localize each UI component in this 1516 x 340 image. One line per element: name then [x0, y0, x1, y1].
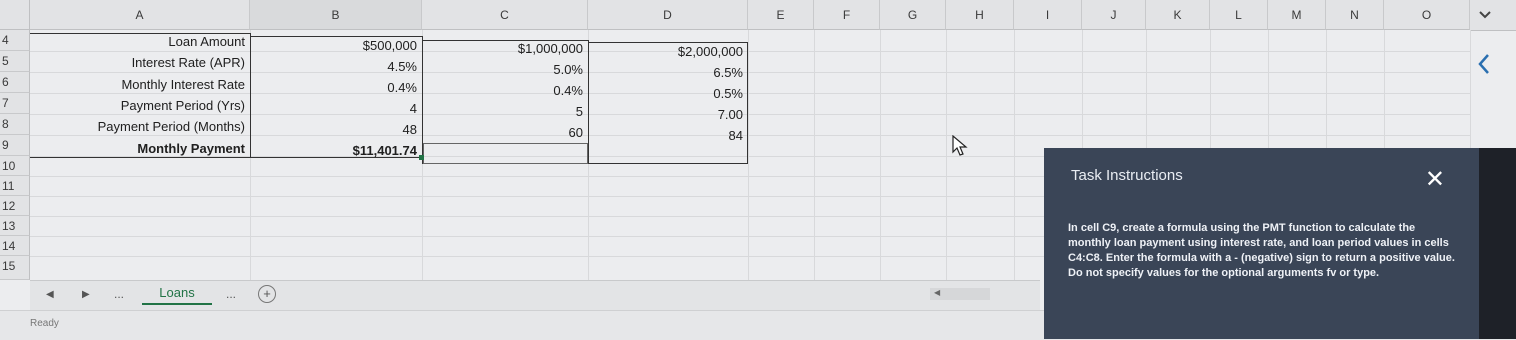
cell-c5[interactable]: 5.0% — [424, 62, 586, 80]
tabs-overflow-right[interactable]: ... — [226, 287, 236, 301]
col-header-b[interactable]: B — [250, 0, 422, 30]
cell-c4[interactable]: $1,000,000 — [424, 41, 586, 59]
row-header-12[interactable]: 12 — [0, 196, 30, 216]
cell-d8[interactable]: 84 — [590, 128, 746, 146]
cell-d6[interactable]: 0.5% — [590, 86, 746, 104]
scroll-left-icon[interactable]: ◀ — [934, 288, 940, 297]
row-header-11[interactable]: 11 — [0, 176, 30, 196]
col-header-h[interactable]: H — [946, 0, 1014, 30]
row-header-10[interactable]: 10 — [0, 156, 30, 176]
col-header-f[interactable]: F — [814, 0, 880, 30]
col-header-l[interactable]: L — [1210, 0, 1268, 30]
cell-b4[interactable]: $500,000 — [252, 38, 420, 56]
row-header-8[interactable]: 8 — [0, 114, 30, 135]
cell-a4[interactable]: Loan Amount — [30, 34, 248, 52]
close-icon[interactable]: ✕ — [1425, 168, 1445, 192]
cell-c6[interactable]: 0.4% — [424, 83, 586, 101]
row-header-9[interactable]: 9 — [0, 135, 30, 156]
tab-loans[interactable]: Loans — [142, 285, 212, 305]
fill-handle[interactable] — [419, 155, 424, 160]
col-header-n[interactable]: N — [1326, 0, 1384, 30]
status-text: Ready — [30, 318, 59, 329]
cell-b8[interactable]: 48 — [252, 122, 420, 140]
tab-scroll-left-icon[interactable]: ◀ — [46, 289, 54, 300]
col-header-m[interactable]: M — [1268, 0, 1326, 30]
cell-d4[interactable]: $2,000,000 — [590, 44, 746, 62]
row-header-5[interactable]: 5 — [0, 51, 30, 72]
col-header-d[interactable]: D — [588, 0, 748, 30]
panel-title: Task Instructions — [1071, 167, 1183, 184]
col-header-i[interactable]: I — [1014, 0, 1082, 30]
panel-right-edge — [1479, 148, 1516, 339]
cell-a7[interactable]: Payment Period (Yrs) — [30, 98, 248, 116]
task-instructions-text: In cell C9, create a formula using the P… — [1068, 222, 1455, 279]
cell-d7[interactable]: 7.00 — [590, 107, 746, 125]
cell-a5[interactable]: Interest Rate (APR) — [30, 55, 248, 73]
cell-a8[interactable]: Payment Period (Months) — [30, 119, 248, 137]
sheet-tabs-bar: ◀ ▶ ... Loans ... + ◀ — [30, 280, 1040, 311]
tabs-overflow-left[interactable]: ... — [114, 287, 124, 301]
col-header-e[interactable]: E — [748, 0, 814, 30]
horizontal-scrollbar[interactable]: ◀ — [930, 288, 990, 300]
col-header-k[interactable]: K — [1146, 0, 1210, 30]
chevron-down-icon[interactable] — [1478, 10, 1492, 20]
cell-b9[interactable]: $11,401.74 — [252, 143, 420, 161]
header-strip-right — [1470, 0, 1516, 31]
select-all-corner[interactable] — [0, 0, 30, 30]
add-sheet-button[interactable]: + — [258, 285, 276, 303]
cell-c8[interactable]: 60 — [424, 125, 586, 143]
plus-icon: + — [263, 286, 271, 301]
cell-b5[interactable]: 4.5% — [252, 59, 420, 77]
row-header-7[interactable]: 7 — [0, 93, 30, 114]
cell-a9[interactable]: Monthly Payment — [30, 141, 248, 159]
row-header-14[interactable]: 14 — [0, 236, 30, 256]
col-header-o[interactable]: O — [1384, 0, 1470, 30]
col-header-g[interactable]: G — [880, 0, 946, 30]
cell-b7[interactable]: 4 — [252, 101, 420, 119]
row-header-13[interactable]: 13 — [0, 216, 30, 236]
cell-d5[interactable]: 6.5% — [590, 65, 746, 83]
col-header-c[interactable]: C — [422, 0, 588, 30]
row-header-6[interactable]: 6 — [0, 72, 30, 93]
cell-b6[interactable]: 0.4% — [252, 80, 420, 98]
col-header-a[interactable]: A — [30, 0, 250, 30]
row-header-4[interactable]: 4 — [0, 30, 30, 51]
tab-scroll-right-icon[interactable]: ▶ — [82, 289, 90, 300]
chevron-left-icon[interactable] — [1476, 52, 1492, 76]
cell-c7[interactable]: 5 — [424, 104, 586, 122]
mouse-pointer-icon — [952, 135, 968, 156]
row-header-15[interactable]: 15 — [0, 256, 30, 280]
active-cell-c9[interactable] — [423, 143, 588, 164]
col-header-j[interactable]: J — [1082, 0, 1146, 30]
task-instructions-panel: Task Instructions ✕ In cell C9, create a… — [1044, 148, 1479, 339]
spreadsheet-window: A B C D E F G H I J K L M N O 4 5 6 7 8 … — [0, 0, 1516, 340]
cell-a6[interactable]: Monthly Interest Rate — [30, 77, 248, 95]
